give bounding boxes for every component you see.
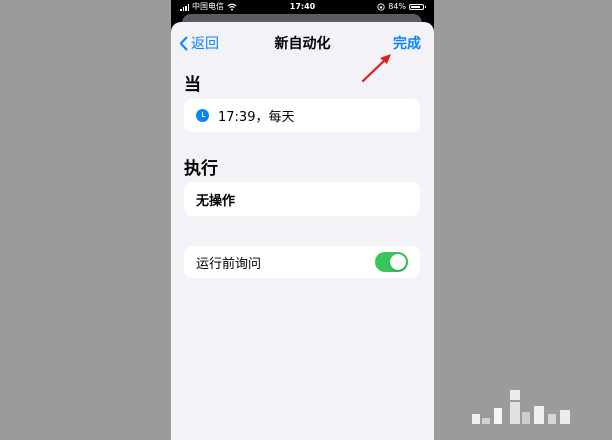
ask-before-running-toggle[interactable] xyxy=(375,252,408,272)
watermark-mosaic xyxy=(472,390,570,424)
action-cell[interactable]: 无操作 xyxy=(184,182,420,216)
do-section-header: 执行 xyxy=(184,159,218,179)
trigger-cell[interactable]: 17:39，每天 xyxy=(184,99,420,132)
annotation-arrow-icon xyxy=(361,54,391,83)
toggle-knob xyxy=(390,254,406,270)
lock-rotation-icon xyxy=(377,3,385,11)
new-automation-sheet: 返回 新自动化 完成 当 17:39，每天 执行 无操作 运行前询问 xyxy=(171,22,434,440)
trigger-text: 17:39，每天 xyxy=(218,110,295,125)
clock-icon xyxy=(196,109,209,122)
battery-fill xyxy=(411,6,421,8)
status-right: 84% xyxy=(377,0,426,14)
action-text: 无操作 xyxy=(196,193,236,209)
ask-before-running-cell: 运行前询问 xyxy=(184,246,420,278)
done-button[interactable]: 完成 xyxy=(393,33,421,53)
battery-percent: 84% xyxy=(388,2,406,11)
when-section-header: 当 xyxy=(184,75,201,95)
battery-icon xyxy=(409,4,426,10)
ask-before-running-label: 运行前询问 xyxy=(196,256,262,272)
status-bar: 中国电信 17:40 84% xyxy=(171,0,434,14)
